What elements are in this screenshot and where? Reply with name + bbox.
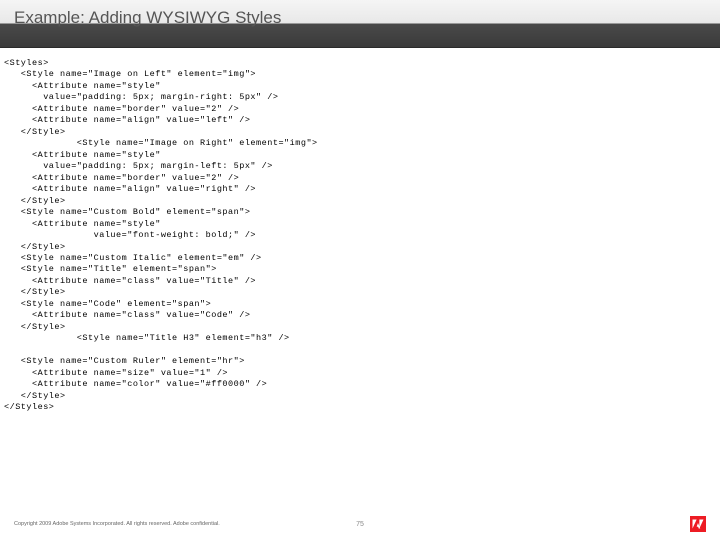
adobe-logo-icon bbox=[690, 516, 706, 532]
copyright-text: Copyright 2009 Adobe Systems Incorporate… bbox=[14, 521, 220, 527]
footer: Copyright 2009 Adobe Systems Incorporate… bbox=[0, 516, 720, 532]
title-bar: Example: Adding WYSIWYG Styles bbox=[0, 0, 720, 48]
page-number: 75 bbox=[356, 521, 364, 528]
code-block: <Styles> <Style name="Image on Left" ele… bbox=[0, 48, 720, 424]
slide-title: Example: Adding WYSIWYG Styles bbox=[14, 8, 706, 28]
